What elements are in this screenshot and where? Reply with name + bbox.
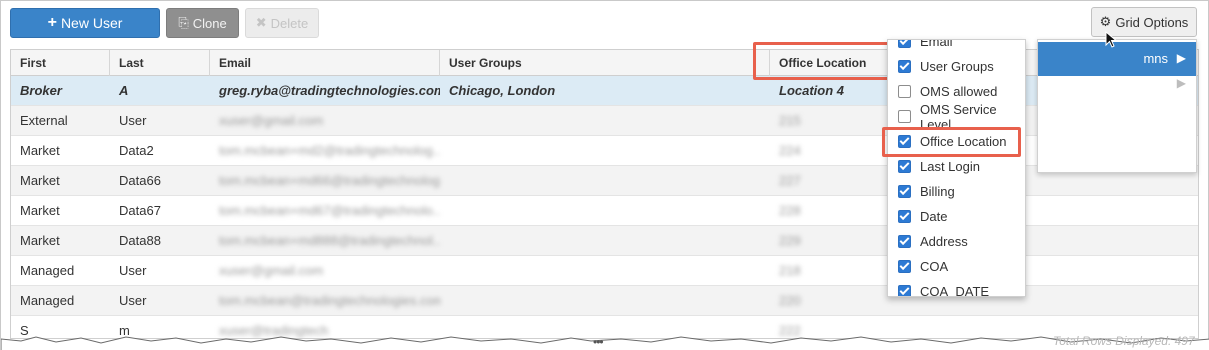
cell-groups: [440, 136, 770, 166]
cell-groups: Chicago, London: [449, 83, 556, 98]
cell-email: tom.mcbean+md2@tradingtechnolog...: [219, 143, 440, 158]
grid-options-label: Grid Options: [1115, 14, 1189, 30]
checkbox[interactable]: [898, 260, 911, 273]
column-header-first[interactable]: First: [11, 50, 110, 76]
cell-last: Data67: [119, 203, 161, 218]
delete-label: Delete: [270, 15, 309, 31]
cell-last: Data88: [119, 233, 161, 248]
cell-location: 218: [779, 263, 801, 278]
column-option[interactable]: Email: [888, 39, 1025, 54]
checkbox[interactable]: [898, 285, 911, 296]
cell-first: External: [20, 113, 68, 128]
cell-email: tom.mcbean@tradingtechnologies.com: [219, 293, 440, 308]
delete-button[interactable]: ✖ Delete: [245, 8, 319, 38]
cell-first: Broker: [20, 83, 62, 98]
checkbox[interactable]: [898, 40, 911, 48]
cell-first: Market: [20, 203, 60, 218]
new-user-label: New User: [60, 15, 123, 31]
cell-first: Market: [20, 233, 60, 248]
cell-location: 229: [779, 233, 801, 248]
cell-email: greg.ryba@tradingtechnologies.com: [219, 83, 440, 98]
clone-button[interactable]: ⎘ Clone: [166, 8, 239, 38]
clone-icon: ⎘: [178, 15, 189, 30]
cell-location: 220: [779, 293, 801, 308]
column-option[interactable]: Billing: [888, 179, 1025, 204]
cell-location: 228: [779, 203, 801, 218]
column-option-label: COA: [920, 259, 949, 274]
column-option-label: Date: [920, 209, 948, 224]
column-option-label: Address: [920, 234, 968, 249]
chevron-right-icon: ▶: [1176, 76, 1186, 90]
cell-first: Market: [20, 143, 60, 158]
column-option[interactable]: OMS allowed: [888, 79, 1025, 104]
checkbox[interactable]: [898, 85, 911, 98]
columns-menu: Email User Groups OMS allowed OMS Service L…: [887, 39, 1026, 297]
cell-email: xuser@gmail.com: [219, 113, 324, 128]
checkbox[interactable]: [898, 235, 911, 248]
cell-groups: [440, 166, 770, 196]
cell-last: User: [119, 293, 147, 308]
column-option[interactable]: COA_DATE: [888, 279, 1025, 297]
clone-label: Clone: [192, 15, 227, 31]
cell-first: Managed: [20, 293, 75, 308]
torn-edge: [1, 336, 1209, 350]
grid-options-menu: mns ▶ ▶: [1037, 39, 1197, 173]
cell-location: 227: [779, 173, 801, 188]
column-header-last[interactable]: Last: [110, 50, 210, 76]
highlight-box: [753, 42, 891, 80]
cell-groups: [440, 286, 770, 316]
cell-location: 224: [779, 143, 801, 158]
more-icon: •••: [593, 335, 604, 349]
column-option[interactable]: Date: [888, 204, 1025, 229]
cell-groups: [440, 196, 770, 226]
checkbox[interactable]: [898, 60, 911, 73]
cell-groups: [440, 106, 770, 136]
mouse-cursor-icon: [1105, 31, 1118, 48]
column-option-label: User Groups: [920, 59, 994, 74]
column-option-label: Last Login: [920, 159, 980, 174]
highlight-box: [882, 127, 1021, 157]
column-option[interactable]: COA: [888, 254, 1025, 279]
column-option-label: OMS allowed: [920, 84, 998, 99]
column-option-label: Email: [920, 39, 953, 49]
cell-groups: [440, 256, 770, 286]
checkbox[interactable]: [898, 210, 911, 223]
cell-last: A: [119, 83, 129, 98]
gear-icon: ⚙: [1099, 14, 1112, 29]
cell-location: 215: [779, 113, 801, 128]
cell-last: User: [119, 113, 147, 128]
cell-first: Market: [20, 173, 60, 188]
column-header-user-groups[interactable]: User Groups: [440, 50, 770, 76]
checkbox[interactable]: [898, 110, 911, 123]
column-option[interactable]: Address: [888, 229, 1025, 254]
cell-last: Data66: [119, 173, 161, 188]
cell-last: User: [119, 263, 147, 278]
total-rows-text: Total Rows Displayed: 497: [1053, 334, 1195, 348]
close-icon: ✖: [255, 15, 267, 30]
column-option-label: Billing: [920, 184, 955, 199]
cell-last: Data2: [119, 143, 154, 158]
cell-groups: [440, 226, 770, 256]
cell-email: xuser@gmail.com: [219, 263, 324, 278]
checkbox[interactable]: [898, 185, 911, 198]
cell-location: Location 4: [779, 83, 845, 98]
cell-email: tom.mcbean+md66@tradingtechnolog...: [219, 173, 440, 188]
new-user-button[interactable]: + New User: [10, 8, 160, 38]
column-header-email[interactable]: Email: [210, 50, 440, 76]
app-window: + New User ⎘ Clone ✖ Delete ⚙ Grid Optio…: [0, 0, 1209, 350]
plus-icon: +: [47, 14, 57, 31]
column-option[interactable]: OMS Service Level: [888, 102, 1025, 132]
column-option-label: COA_DATE: [920, 284, 990, 297]
column-option[interactable]: Last Login: [888, 154, 1025, 179]
cell-first: Managed: [20, 263, 75, 278]
column-option[interactable]: User Groups: [888, 54, 1025, 79]
checkbox[interactable]: [898, 160, 911, 173]
cell-email: tom.mcbean+md67@tradingtechnolo...: [219, 203, 440, 218]
cell-email: tom.mcbean+md888@tradingtechnol...: [219, 233, 440, 248]
